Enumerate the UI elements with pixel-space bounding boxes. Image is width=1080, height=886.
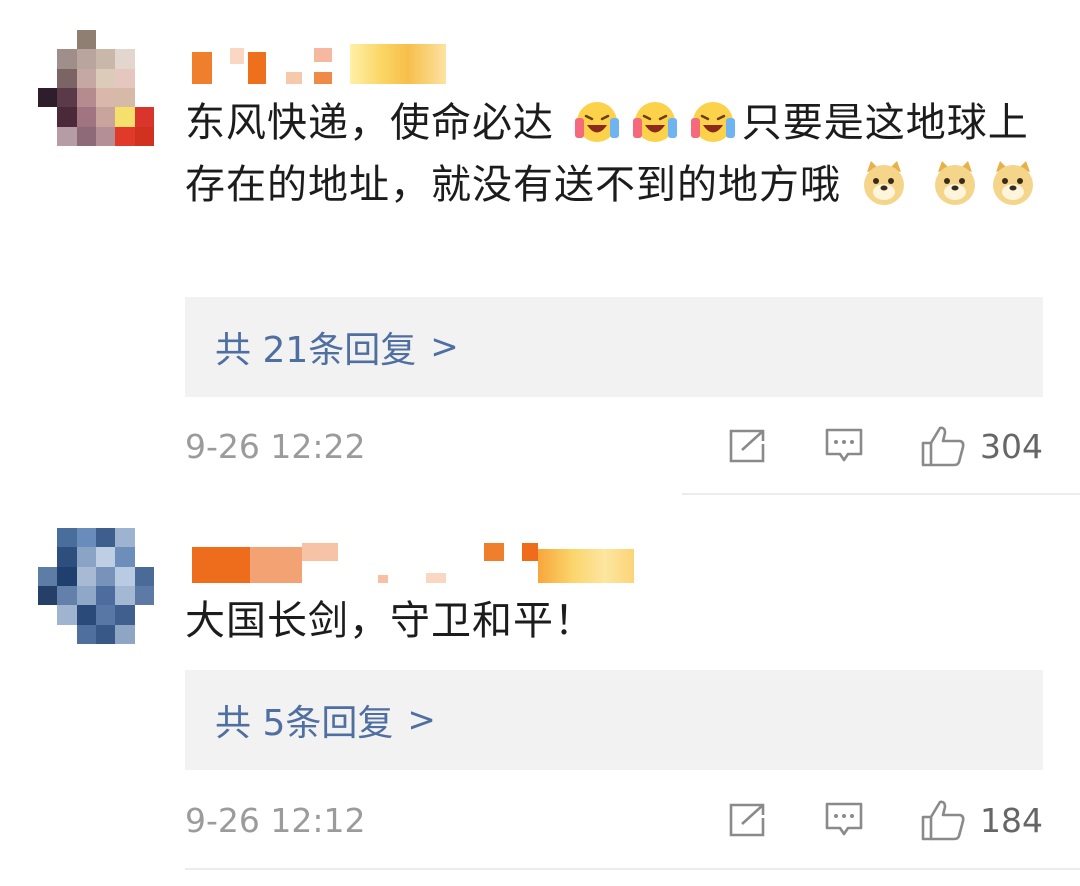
share-button[interactable] [728,428,768,464]
comment-meta: 9-26 12:22 304 [185,416,1043,476]
doge-emoji [935,161,976,205]
username[interactable] [192,44,446,84]
share-icon [729,429,765,463]
like-count: 304 [980,426,1043,466]
replies-label: 共 21条回复 [215,330,417,371]
comment-item: 东风快递，使命必达 只要是这地球上存在的地址，就没有送不到的地方哦 共 21条回… [0,0,1080,495]
laugh-cry-emoji [632,102,677,142]
thumbs-up-icon [921,426,965,467]
comment-actions: 304 [728,424,1043,468]
replies-label: 共 5条回复 [215,703,394,744]
comment-icon [825,428,863,462]
like-button[interactable]: 304 [920,424,1043,468]
reply-button[interactable] [824,801,864,839]
share-button[interactable] [728,802,768,838]
view-replies-button[interactable]: 共 21条回复 > [185,297,1043,397]
laugh-cry-emoji [690,102,735,142]
doge-emoji [863,161,904,205]
share-icon [729,803,765,837]
like-button[interactable]: 184 [920,798,1043,842]
chevron-right-icon: > [407,700,436,740]
like-count: 184 [980,800,1043,840]
comment-actions: 184 [728,798,1043,842]
avatar[interactable] [38,528,154,644]
comment-text: 大国长剑，守卫和平！ [185,598,595,644]
laugh-cry-emoji [574,102,619,142]
comment-meta: 9-26 12:12 184 [185,790,1043,850]
thumbs-up-icon [921,800,965,841]
divider [185,868,1080,870]
comment-item: 大国长剑，守卫和平！ 共 5条回复 > 9-26 12:12 184 [0,495,1080,886]
username[interactable] [192,543,634,583]
reply-button[interactable] [824,427,864,465]
chevron-right-icon: > [430,327,459,367]
comment-icon [825,802,863,836]
avatar[interactable] [38,30,154,146]
timestamp: 9-26 12:12 [185,800,366,840]
doge-emoji [993,161,1034,205]
comment-text-part1: 东风快递，使命必达 [185,100,554,146]
comment-text: 东风快递，使命必达 只要是这地球上存在的地址，就没有送不到的地方哦 [185,92,1045,216]
view-replies-button[interactable]: 共 5条回复 > [185,670,1043,770]
timestamp: 9-26 12:22 [185,426,366,466]
